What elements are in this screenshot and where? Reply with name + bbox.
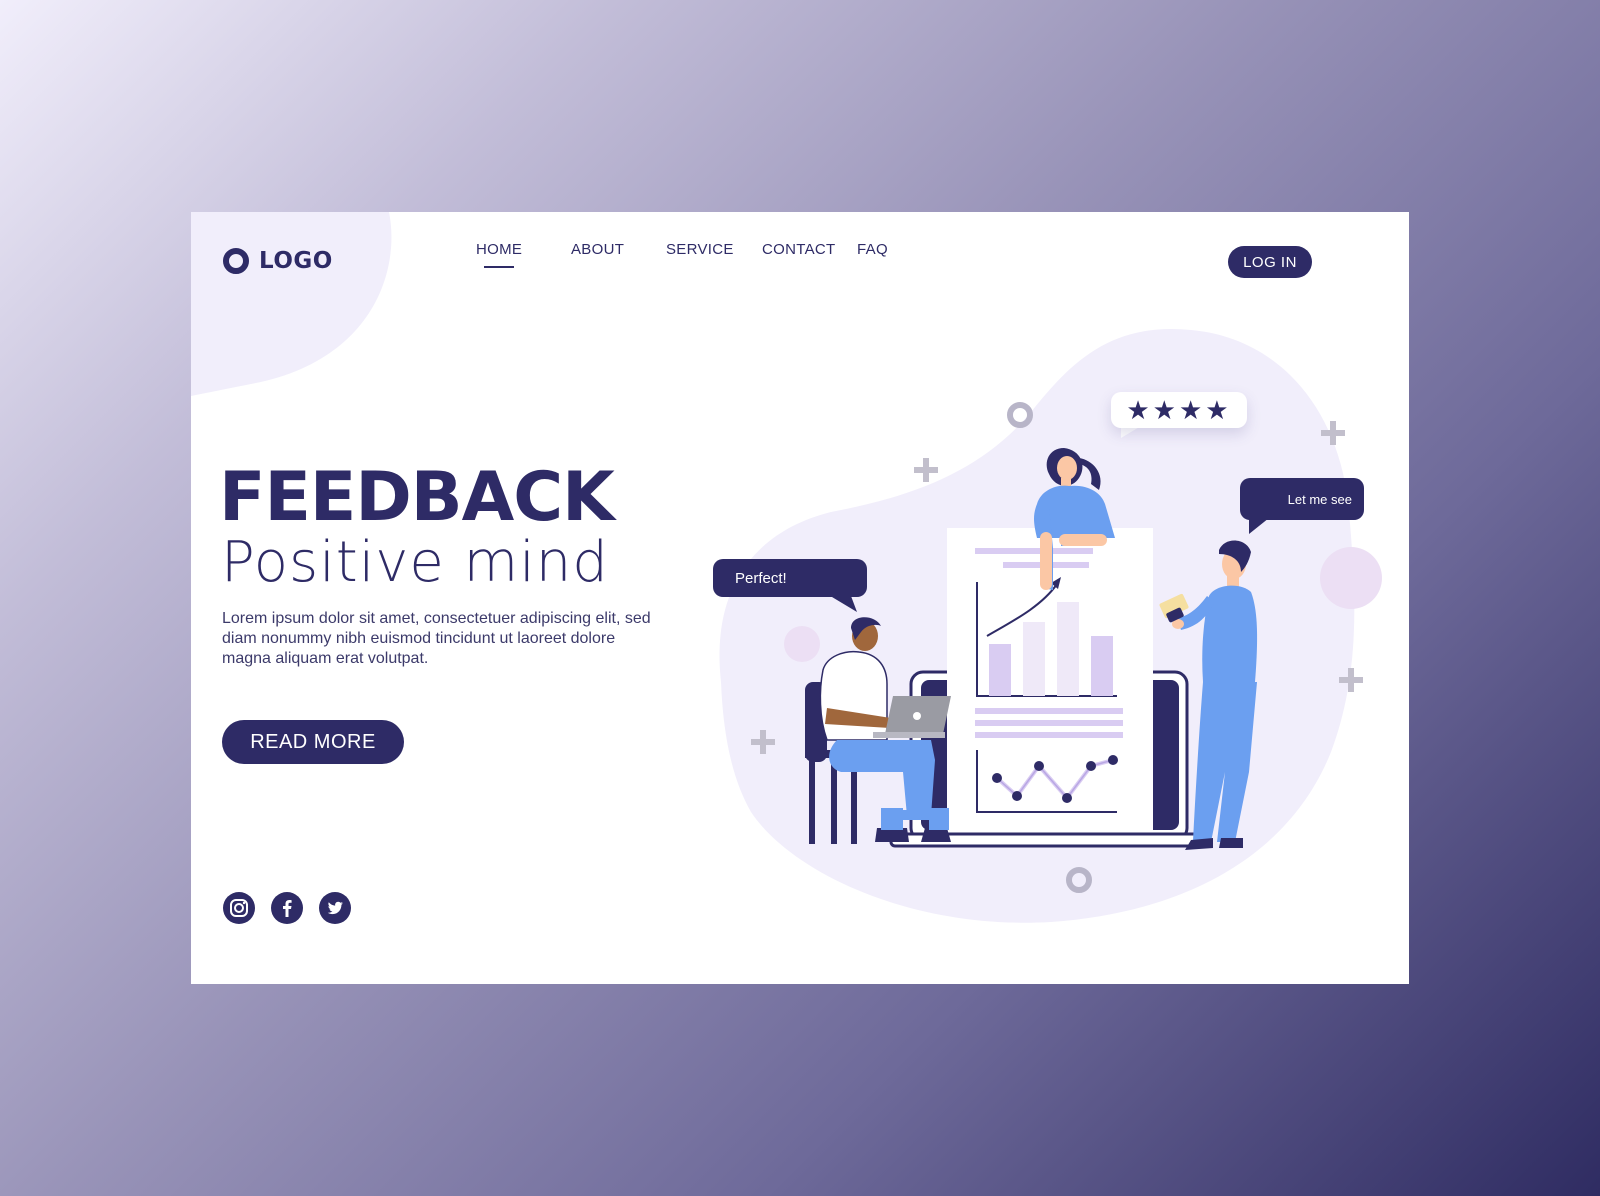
hero-description: Lorem ipsum dolor sit amet, consectetuer…: [222, 610, 651, 667]
rating-stars-bubble: ★★★★: [1111, 392, 1247, 428]
twitter-icon[interactable]: [319, 892, 351, 924]
landing-page-card: LOGO HOME ABOUT SERVICE CONTACT FAQ LOG …: [191, 212, 1409, 984]
hero-title: FEEDBACK: [219, 458, 615, 537]
let-me-see-bubble-text: Let me see: [1287, 491, 1352, 507]
perfect-bubble-text: Perfect!: [735, 569, 787, 587]
hero-subtitle: Positive mind: [221, 530, 609, 595]
let-me-see-bubble: Let me see: [1240, 478, 1364, 520]
instagram-icon[interactable]: [223, 892, 255, 924]
facebook-icon[interactable]: [271, 892, 303, 924]
read-more-button[interactable]: READ MORE: [222, 720, 404, 764]
star-rating-icon: ★★★★: [1126, 394, 1232, 425]
feedback-illustration: [719, 328, 1382, 923]
perfect-bubble: Perfect!: [713, 559, 867, 597]
